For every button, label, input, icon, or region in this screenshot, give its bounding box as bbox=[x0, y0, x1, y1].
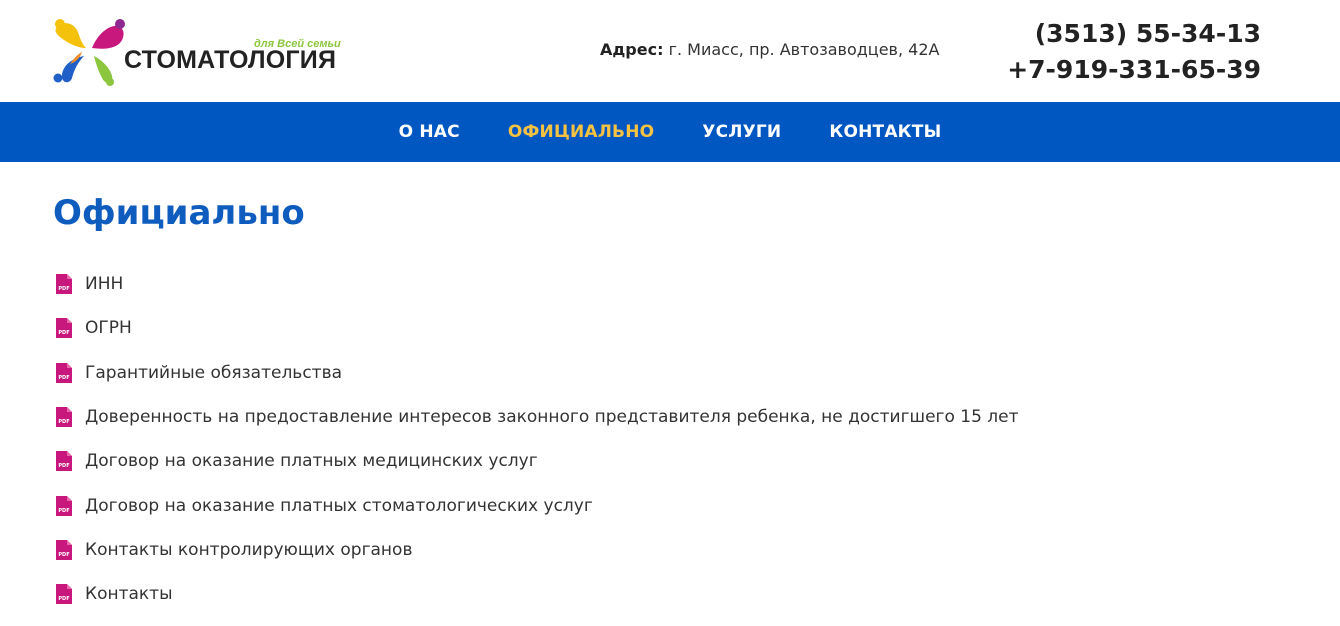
document-link-inn[interactable]: ИНН bbox=[85, 274, 123, 294]
document-link-power-of-attorney[interactable]: Доверенность на предоставление интересов… bbox=[85, 407, 1019, 427]
pdf-file-icon: PDF bbox=[56, 495, 72, 516]
pdf-file-icon: PDF bbox=[56, 584, 72, 605]
document-link-dental-contract[interactable]: Договор на оказание платных стоматологич… bbox=[85, 496, 593, 516]
document-item: PDF Контакты контролирующих органов bbox=[53, 528, 1340, 572]
nav-item-official[interactable]: ОФИЦИАЛЬНО bbox=[484, 102, 678, 162]
document-item: PDF Доверенность на предоставление интер… bbox=[53, 395, 1340, 439]
svg-text:PDF: PDF bbox=[58, 419, 69, 425]
pdf-file-icon: PDF bbox=[56, 539, 72, 560]
svg-text:PDF: PDF bbox=[58, 508, 69, 514]
svg-text:PDF: PDF bbox=[58, 552, 69, 558]
nav-item-services[interactable]: УСЛУГИ bbox=[678, 102, 805, 162]
site-header: для Всей семьи СТОМАТОЛОГИЯ Адрес: г. Ми… bbox=[0, 0, 1340, 102]
document-item: PDF Договор на оказание платных стоматол… bbox=[53, 483, 1340, 527]
document-link-regulators[interactable]: Контакты контролирующих органов bbox=[85, 540, 412, 560]
phone-block: (3513) 55-34-13 +7-919-331-65-39 bbox=[1007, 16, 1261, 88]
document-item: PDF ОГРН bbox=[53, 306, 1340, 350]
document-item: PDF Договор на оказание платных медицинс… bbox=[53, 439, 1340, 483]
phone-link-landline[interactable]: (3513) 55-34-13 bbox=[1007, 16, 1261, 52]
pdf-file-icon: PDF bbox=[56, 407, 72, 428]
pdf-file-icon: PDF bbox=[56, 451, 72, 472]
document-link-warranty[interactable]: Гарантийные обязательства bbox=[85, 363, 342, 383]
document-link-ogrn[interactable]: ОГРН bbox=[85, 318, 132, 338]
main-nav: О НАС ОФИЦИАЛЬНО УСЛУГИ КОНТАКТЫ bbox=[0, 102, 1340, 162]
phone-link-mobile[interactable]: +7-919-331-65-39 bbox=[1007, 52, 1261, 88]
document-link-contacts[interactable]: Контакты bbox=[85, 584, 173, 604]
svg-text:PDF: PDF bbox=[58, 375, 69, 381]
pdf-file-icon: PDF bbox=[56, 362, 72, 383]
address: Адрес: г. Миасс, пр. Автозаводцев, 42А bbox=[600, 40, 939, 59]
svg-text:PDF: PDF bbox=[58, 286, 69, 292]
svg-text:PDF: PDF bbox=[58, 330, 69, 336]
site-logo[interactable]: для Всей семьи СТОМАТОЛОГИЯ bbox=[52, 18, 342, 88]
document-link-medical-contract[interactable]: Договор на оказание платных медицинских … bbox=[85, 451, 538, 471]
svg-text:PDF: PDF bbox=[58, 596, 69, 602]
main-content: Официально PDF ИНН PDF ОГРН PDF Гарантий… bbox=[0, 162, 1340, 616]
pdf-file-icon: PDF bbox=[56, 274, 72, 295]
svg-text:PDF: PDF bbox=[58, 463, 69, 469]
nav-item-contacts[interactable]: КОНТАКТЫ bbox=[805, 102, 965, 162]
pdf-file-icon: PDF bbox=[56, 318, 72, 339]
page-title: Официально bbox=[53, 193, 305, 233]
logo-name: СТОМАТОЛОГИЯ bbox=[124, 46, 337, 74]
butterfly-people-logo-icon bbox=[53, 19, 125, 86]
document-list: PDF ИНН PDF ОГРН PDF Гарантийные обязате… bbox=[53, 262, 1340, 616]
document-item: PDF Контакты bbox=[53, 572, 1340, 616]
document-item: PDF ИНН bbox=[53, 262, 1340, 306]
address-value: г. Миасс, пр. Автозаводцев, 42А bbox=[663, 40, 940, 59]
document-item: PDF Гарантийные обязательства bbox=[53, 351, 1340, 395]
address-label: Адрес: bbox=[600, 40, 664, 59]
nav-item-about[interactable]: О НАС bbox=[375, 102, 484, 162]
